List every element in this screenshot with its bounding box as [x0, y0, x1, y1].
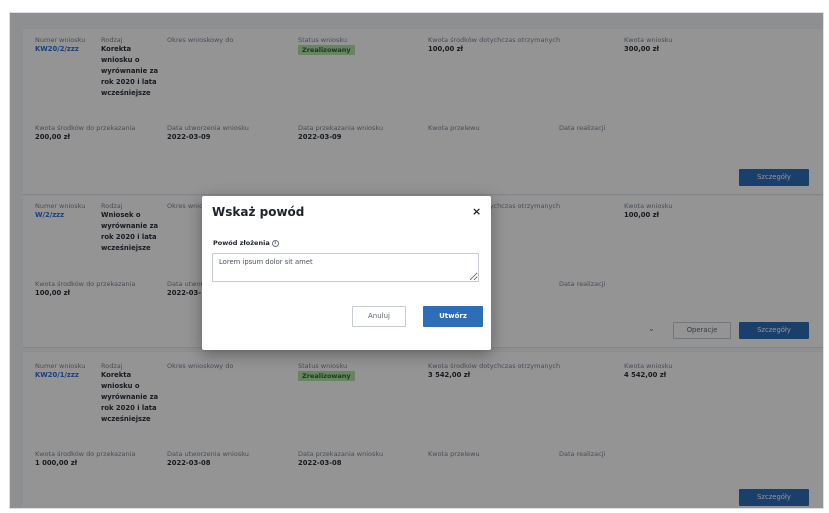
page-frame: Numer wniosku KW20/2/zzz Rodzaj Korekta …: [9, 12, 824, 509]
reason-field-label-text: Powód złożenia: [213, 239, 270, 247]
close-icon[interactable]: ×: [472, 205, 481, 218]
reason-textarea[interactable]: Lorem ipsum dolor sit amet: [212, 253, 479, 282]
create-button[interactable]: Utwórz: [423, 306, 483, 327]
dialog-title: Wskaż powód: [212, 205, 305, 219]
reason-dialog: Wskaż powód × Powód złożenia i Lorem ipsu…: [202, 196, 491, 350]
reason-field-label: Powód złożenia i: [213, 239, 279, 247]
info-icon[interactable]: i: [271, 239, 279, 247]
cancel-button[interactable]: Anuluj: [352, 306, 406, 327]
